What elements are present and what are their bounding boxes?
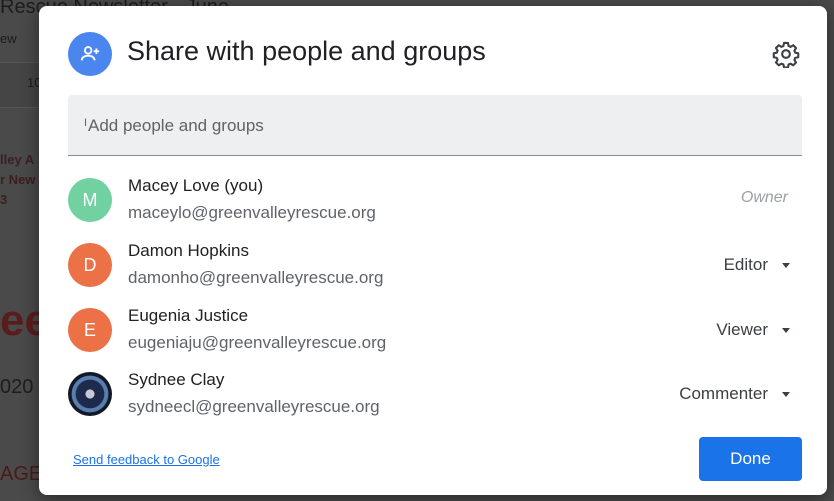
role-dropdown-label: Editor — [723, 255, 768, 274]
dropdown-arrow-icon — [782, 391, 790, 397]
add-people-input[interactable] — [88, 113, 778, 139]
dialog-title: Share with people and groups — [127, 36, 486, 66]
done-button[interactable]: Done — [699, 437, 802, 481]
avatar: E — [68, 308, 112, 352]
person-add-icon — [68, 32, 112, 76]
role-dropdown-label: Viewer — [716, 320, 768, 339]
background-menu-fragment: ew — [0, 31, 17, 46]
role-label-owner: Owner — [740, 189, 788, 206]
add-people-field[interactable]: I — [68, 95, 802, 156]
person-email: damonho@greenvalleyrescue.org — [128, 268, 384, 287]
role-dropdown[interactable]: Commenter — [679, 380, 790, 408]
send-feedback-link[interactable]: Send feedback to Google — [73, 452, 220, 467]
role-dropdown-label: Commenter — [679, 384, 768, 403]
person-name: Eugenia Justice — [128, 306, 249, 325]
dropdown-arrow-icon — [782, 262, 790, 268]
person-row: E Eugenia Justice eugeniaju@greenvalleyr… — [68, 306, 802, 356]
avatar: D — [68, 243, 112, 287]
person-email: maceylo@greenvalleyrescue.org — [128, 203, 376, 222]
person-name: Macey Love (you) — [128, 176, 264, 195]
avatar-photo — [68, 372, 112, 416]
person-row: D Damon Hopkins damonho@greenvalleyrescu… — [68, 241, 802, 291]
person-email: sydneecl@greenvalleyrescue.org — [128, 397, 380, 416]
role-dropdown[interactable]: Editor — [724, 251, 790, 279]
text-cursor-icon: I — [84, 117, 88, 129]
gear-icon[interactable] — [772, 40, 800, 69]
background-text-line: 3 — [0, 192, 8, 207]
person-name: Sydnee Clay — [128, 370, 225, 389]
background-text-line: r New — [0, 172, 36, 187]
person-row: M Macey Love (you) maceylo@greenvalleyre… — [68, 176, 802, 226]
background-text-line: lley A — [0, 152, 35, 167]
person-name: Damon Hopkins — [128, 241, 249, 260]
share-dialog: Share with people and groups I M Macey L… — [39, 6, 827, 495]
person-row: Sydnee Clay sydneecl@greenvalleyrescue.o… — [68, 370, 802, 420]
avatar: M — [68, 178, 112, 222]
person-email: eugeniaju@greenvalleyrescue.org — [128, 333, 387, 352]
dropdown-arrow-icon — [782, 327, 790, 333]
role-dropdown[interactable]: Viewer — [716, 316, 790, 344]
